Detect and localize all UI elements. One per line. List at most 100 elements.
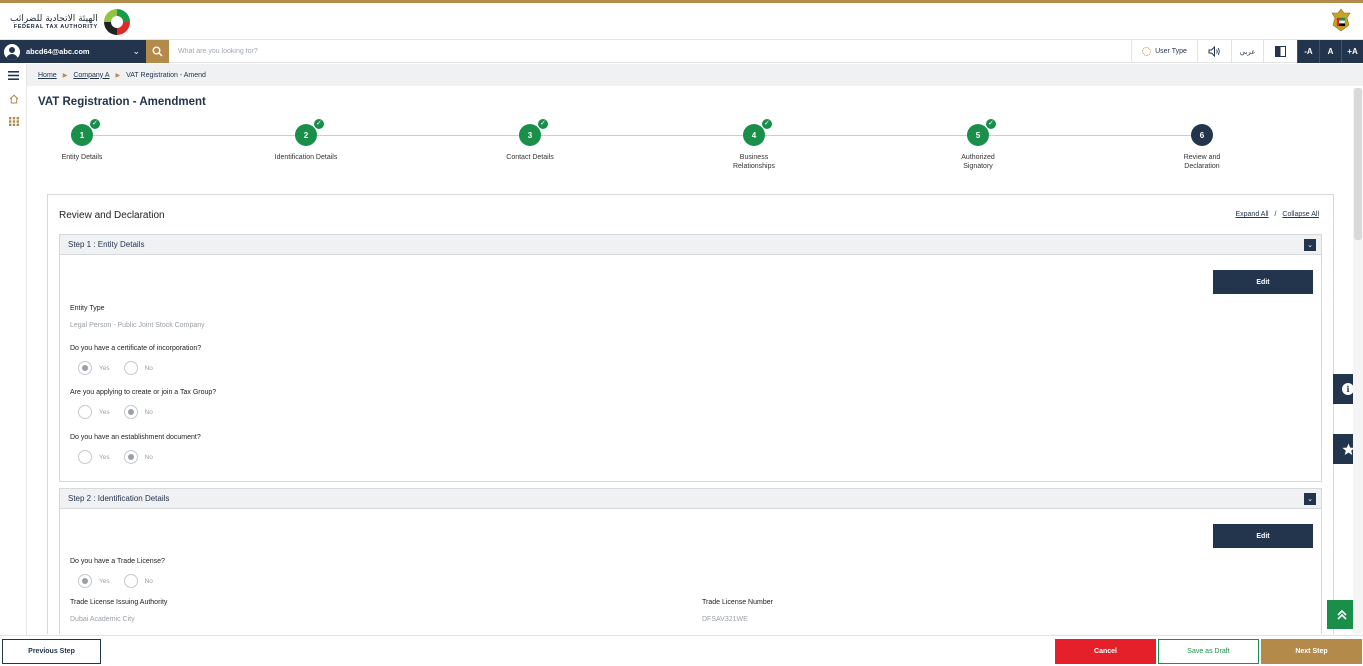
expand-collapse-separator: / — [1274, 211, 1277, 218]
speaker-icon — [1208, 46, 1220, 57]
audio-button[interactable] — [1197, 40, 1231, 63]
accessibility-tools: User Type عربي -A A +A — [1131, 40, 1363, 63]
step-circle: 6 — [1191, 124, 1213, 146]
font-decrease-button[interactable]: -A — [1297, 40, 1319, 63]
section-title: Step 1 : Entity Details — [68, 240, 145, 249]
radio-group-certificate: Yes No — [78, 361, 167, 375]
edit-button[interactable]: Edit — [1213, 524, 1313, 548]
scrollbar-thumb[interactable] — [1354, 88, 1362, 240]
contrast-button[interactable] — [1263, 40, 1297, 63]
menu-button[interactable] — [0, 64, 27, 86]
radio-no-label: No — [144, 577, 153, 585]
radio-no[interactable] — [123, 574, 138, 588]
step-review-declaration[interactable]: 6 Review and Declaration — [1142, 124, 1262, 171]
breadcrumb-home-link[interactable]: Home — [38, 72, 57, 79]
trade-license-number-value: DFSAV321WE — [702, 616, 748, 623]
breadcrumb-company-link[interactable]: Company A — [73, 72, 109, 79]
radio-group-establishment: Yes No — [78, 450, 167, 464]
chevron-down-icon[interactable]: ⌄ — [1304, 493, 1316, 505]
radio-yes[interactable] — [78, 450, 92, 464]
search-icon — [152, 46, 163, 57]
step-label: Contact Details — [506, 154, 554, 161]
review-card: Review and Declaration Expand All / Coll… — [47, 194, 1334, 634]
search-input[interactable] — [172, 42, 772, 61]
user-type-label: User Type — [1155, 48, 1187, 55]
section-header[interactable]: Step 1 : Entity Details ⌄ — [60, 235, 1321, 255]
breadcrumb: Home ▶ Company A ▶ VAT Registration - Am… — [27, 64, 1363, 86]
radio-yes-label: Yes — [99, 364, 110, 372]
sidebar-item-home[interactable] — [0, 88, 27, 110]
question-establishment: Do you have an establishment document? — [70, 434, 201, 441]
step-label: Identification Details — [274, 154, 338, 161]
footer-actions: Previous Step Cancel Save as Draft Next … — [0, 635, 1363, 666]
search-button[interactable] — [146, 40, 169, 63]
expand-all-link[interactable]: Expand All — [1235, 211, 1268, 218]
account-dropdown[interactable]: abcd64@abc.com ⌄ — [0, 40, 146, 63]
section-entity-details: Step 1 : Entity Details ⌄ Edit Entity Ty… — [59, 234, 1322, 482]
home-icon — [9, 94, 18, 104]
edit-button[interactable]: Edit — [1213, 270, 1313, 294]
step-entity-details[interactable]: 1 ✓ Entity Details — [22, 118, 142, 162]
trade-license-number-label: Trade License Number — [702, 599, 773, 606]
radio-yes-label: Yes — [99, 408, 110, 416]
font-normal-button[interactable]: A — [1319, 40, 1341, 63]
check-icon: ✓ — [537, 118, 549, 130]
trade-license-authority-label: Trade License Issuing Authority — [70, 599, 168, 606]
next-step-button[interactable]: Next Step — [1261, 639, 1362, 664]
account-email: abcd64@abc.com — [26, 47, 90, 56]
check-icon: ✓ — [89, 118, 101, 130]
radio-yes[interactable] — [78, 361, 92, 375]
step-circle: 4 ✓ — [743, 118, 773, 146]
radio-group-trade-license: Yes No — [78, 574, 167, 588]
radio-yes[interactable] — [78, 574, 92, 588]
step-business-relationships[interactable]: 4 ✓ Business Relationships — [694, 118, 814, 171]
entity-type-label: Entity Type — [70, 305, 105, 312]
cancel-button[interactable]: Cancel — [1055, 639, 1156, 664]
check-icon: ✓ — [313, 118, 325, 130]
radio-yes-label: Yes — [99, 453, 110, 461]
entity-type-value: Legal Person - Public Joint Stock Compan… — [70, 322, 205, 329]
radio-no-label: No — [144, 364, 153, 372]
breadcrumb-current: VAT Registration - Amend — [126, 71, 206, 79]
breadcrumb-separator-icon: ▶ — [115, 72, 121, 79]
language-arabic-button[interactable]: عربي — [1231, 40, 1263, 63]
fta-logo-mark — [103, 9, 130, 35]
chevron-down-icon[interactable]: ⌄ — [1304, 239, 1316, 251]
double-chevron-up-icon — [1337, 609, 1347, 620]
step-label: Review and Declaration — [1183, 154, 1221, 170]
question-certificate: Do you have a certificate of incorporati… — [70, 345, 202, 352]
step-circle: 2 ✓ — [295, 118, 325, 146]
page-title: VAT Registration - Amendment — [38, 96, 206, 108]
save-as-draft-button[interactable]: Save as Draft — [1158, 639, 1259, 664]
radio-no-label: No — [144, 408, 153, 416]
fta-logo[interactable]: الهيئة الاتحادية للضرائب FEDERAL TAX AUT… — [10, 7, 130, 37]
uae-emblem-icon — [1331, 8, 1351, 32]
step-label: Authorized Signatory — [961, 154, 995, 170]
check-icon: ✓ — [761, 118, 773, 130]
step-label: Business Relationships — [732, 154, 776, 170]
radio-yes-label: Yes — [99, 577, 110, 585]
collapse-all-link[interactable]: Collapse All — [1282, 211, 1319, 218]
breadcrumb-separator-icon: ▶ — [62, 72, 68, 79]
radio-yes[interactable] — [78, 405, 92, 419]
step-authorized-signatory[interactable]: 5 ✓ Authorized Signatory — [918, 118, 1038, 171]
section-title: Step 2 : Identification Details — [68, 494, 170, 503]
user-avatar-icon — [4, 43, 20, 60]
top-header: الهيئة الاتحادية للضرائب FEDERAL TAX AUT… — [0, 0, 1363, 38]
font-increase-button[interactable]: +A — [1341, 40, 1363, 63]
check-icon: ✓ — [985, 118, 997, 130]
step-contact-details[interactable]: 3 ✓ Contact Details — [470, 118, 590, 162]
radio-no[interactable] — [123, 405, 138, 419]
step-identification-details[interactable]: 2 ✓ Identification Details — [246, 118, 366, 162]
gear-icon — [1142, 47, 1152, 56]
step-circle: 5 ✓ — [967, 118, 997, 146]
radio-no[interactable] — [123, 361, 138, 375]
radio-no[interactable] — [123, 450, 138, 464]
hamburger-icon — [8, 70, 19, 80]
section-header[interactable]: Step 2 : Identification Details ⌄ — [60, 489, 1321, 509]
expand-collapse-links: Expand All / Collapse All — [1235, 211, 1319, 218]
question-trade-license: Do you have a Trade License? — [70, 558, 165, 565]
previous-step-button[interactable]: Previous Step — [2, 639, 101, 664]
page-scrollbar[interactable] — [1353, 88, 1363, 634]
user-type-button[interactable]: User Type — [1131, 40, 1197, 63]
